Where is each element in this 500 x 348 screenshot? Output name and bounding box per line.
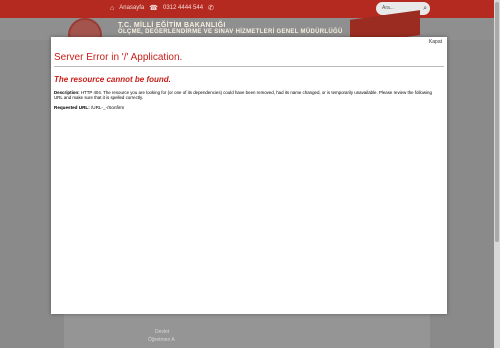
page-scrollbar[interactable] — [494, 0, 500, 348]
handset-icon: ✆ — [208, 5, 214, 12]
close-button[interactable]: Kapat — [429, 39, 442, 45]
error-modal: Kapat Server Error in '/' Application. T… — [51, 37, 447, 314]
error-title: Server Error in '/' Application. — [54, 52, 444, 67]
requested-url-value: /URL-_-/Sonfirm — [91, 105, 125, 111]
search-placeholder: Ara... — [382, 5, 394, 11]
description-text: HTTP 404. The resource you are looking f… — [54, 90, 432, 101]
requested-url-label: Requested URL: — [54, 105, 90, 111]
error-content: Server Error in '/' Application. The res… — [54, 52, 444, 115]
scrollbar-thumb[interactable] — [495, 2, 499, 242]
home-link[interactable]: Anasayfa — [119, 5, 144, 11]
top-links: ⌂ Anasayfa ☎ 0312 4444 544 ✆ — [110, 4, 214, 13]
error-description: Description: HTTP 404. The resource you … — [54, 90, 440, 101]
ministry-line-1: T.C. MİLLİ EĞİTİM BAKANLIĞI — [118, 22, 226, 29]
search-icon[interactable]: ⌕ — [423, 2, 427, 15]
background-item-1[interactable]: Devlet — [155, 329, 169, 335]
ministry-line-2: ÖLÇME, DEĞERLENDİRME VE SINAV HİZMETLERİ… — [118, 29, 343, 35]
background-item-2[interactable]: Öğretmen A — [148, 337, 175, 343]
error-subtitle: The resource cannot be found. — [54, 75, 171, 84]
home-icon[interactable]: ⌂ — [110, 5, 114, 12]
requested-url: Requested URL: /URL-_-/Sonfirm — [54, 105, 444, 110]
ministry-title: T.C. MİLLİ EĞİTİM BAKANLIĞI ÖLÇME, DEĞER… — [118, 22, 343, 35]
phone-number: 0312 4444 544 — [163, 5, 204, 11]
phone-icon: ☎ — [149, 5, 158, 12]
description-label: Description: — [54, 90, 80, 95]
